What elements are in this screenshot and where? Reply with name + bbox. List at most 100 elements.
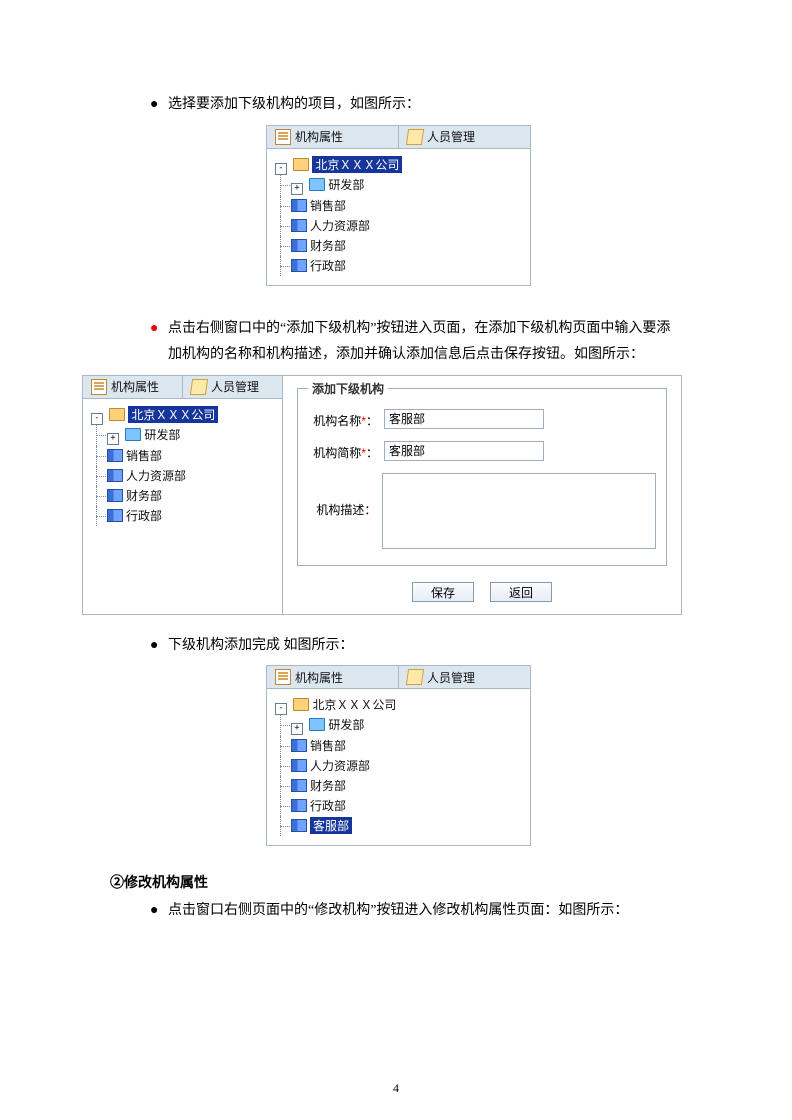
tab-label: 人员管理 [211,378,259,395]
page: ● 选择要添加下级机构的项目，如图所示： 机构属性 人员管理 - 北京ＸＸＸ公司 [0,0,792,1120]
leaf-icon [190,379,208,395]
tree-node[interactable]: 人力资源部 [107,467,186,484]
panel-toolbar: 机构属性 人员管理 [267,666,530,689]
folder-icon [293,698,309,711]
collapse-toggle[interactable]: - [91,413,103,425]
book-icon [107,509,123,522]
tab-org-props[interactable]: 机构属性 [83,376,183,398]
page-icon [275,669,291,685]
book-icon [107,449,123,462]
page-number: 4 [0,1081,792,1096]
bullet-marker: ● [150,898,168,925]
collapse-toggle[interactable]: - [275,703,287,715]
folder-icon [309,178,325,191]
panel-toolbar: 机构属性 人员管理 [83,376,282,399]
tree-node-root[interactable]: 北京ＸＸＸ公司 [293,156,402,173]
bullet-text: 下级机构添加完成 如图所示： [168,633,682,660]
book-icon [291,739,307,752]
tab-label: 人员管理 [427,128,475,145]
tree-label: 销售部 [126,447,162,464]
tree-node[interactable]: 销售部 [291,737,346,754]
folder-icon [293,158,309,171]
field-label: 机构名称*： [308,409,384,429]
field-label: 机构描述： [308,473,382,518]
panel-toolbar: 机构属性 人员管理 [267,126,530,149]
book-icon [291,779,307,792]
tree-label: 销售部 [310,737,346,754]
tree-node[interactable]: 行政部 [291,257,346,274]
tree-node-root[interactable]: 北京ＸＸＸ公司 [109,406,218,423]
tree-node[interactable]: 财务部 [107,487,162,504]
expand-toggle[interactable]: + [291,723,303,735]
bullet-marker-red: ● [150,316,168,369]
collapse-toggle[interactable]: - [275,163,287,175]
screenshot-org-select: 机构属性 人员管理 - 北京ＸＸＸ公司 + [266,125,531,286]
form-row: 机构描述： [308,467,656,555]
org-tree: - 北京ＸＸＸ公司 + 研发部 销售部 [267,149,530,285]
org-tree: - 北京ＸＸＸ公司 + 研发部 [83,399,282,535]
tree-label: 行政部 [126,507,162,524]
bullet-text: 点击窗口右侧页面中的“修改机构”按钮进入修改机构属性页面：如图所示： [168,898,682,925]
bullet-text: 点击右侧窗口中的“添加下级机构”按钮进入页面，在添加下级机构页面中输入要添加机构… [168,316,682,369]
tab-staff-manage[interactable]: 人员管理 [399,126,530,148]
tree-node[interactable]: 人力资源部 [291,217,370,234]
tree-node[interactable]: 财务部 [291,777,346,794]
tab-label: 机构属性 [295,669,343,686]
tree-label: 销售部 [310,197,346,214]
form-row: 机构简称*： [308,435,656,467]
add-suborg-form: 添加下级机构 机构名称*： 机构简称*： 机构描述： 保存 返回 [282,375,682,615]
screenshot-org-added: 机构属性 人员管理 - 北京ＸＸＸ公司 + [266,665,531,846]
bullet-text: 选择要添加下级机构的项目，如图所示： [168,92,682,119]
tree-node[interactable]: 行政部 [291,797,346,814]
tree-node[interactable]: 研发部 [125,426,180,443]
form-title: 添加下级机构 [308,380,388,397]
org-abbr-input[interactable] [384,441,544,461]
tree-label: 北京ＸＸＸ公司 [312,156,402,173]
tab-label: 机构属性 [295,128,343,145]
tree-node[interactable]: 研发部 [309,176,364,193]
tab-staff-manage[interactable]: 人员管理 [399,666,530,688]
save-button[interactable]: 保存 [412,582,474,602]
back-button[interactable]: 返回 [490,582,552,602]
tree-label: 客服部 [310,817,352,834]
tree-label: 研发部 [328,716,364,733]
tab-org-props[interactable]: 机构属性 [267,126,399,148]
tree-node[interactable]: 销售部 [291,197,346,214]
org-desc-textarea[interactable] [382,473,656,549]
tree-node[interactable]: 财务部 [291,237,346,254]
field-label: 机构简称*： [308,441,384,461]
page-icon [275,129,291,145]
section-heading: ②修改机构属性 [110,872,682,892]
folder-icon [125,428,141,441]
tree-node-root[interactable]: 北京ＸＸＸ公司 [293,696,396,713]
bullet-marker: ● [150,633,168,660]
bullet-item: ● 选择要添加下级机构的项目，如图所示： [150,92,682,119]
tab-org-props[interactable]: 机构属性 [267,666,399,688]
folder-icon [309,718,325,731]
expand-toggle[interactable]: + [291,183,303,195]
tree-node[interactable]: 研发部 [309,716,364,733]
tab-staff-manage[interactable]: 人员管理 [183,376,282,398]
tab-label: 人员管理 [427,669,475,686]
book-icon [291,819,307,832]
book-icon [107,469,123,482]
expand-toggle[interactable]: + [107,433,119,445]
bullet-marker: ● [150,92,168,119]
tab-label: 机构属性 [111,378,159,395]
tree-label: 研发部 [328,176,364,193]
tree-node[interactable]: 人力资源部 [291,757,370,774]
folder-icon [109,408,125,421]
tree-node[interactable]: 销售部 [107,447,162,464]
org-name-input[interactable] [384,409,544,429]
page-icon [91,379,107,395]
bullet-item: ● 点击窗口右侧页面中的“修改机构”按钮进入修改机构属性页面：如图所示： [150,898,682,925]
button-bar: 保存 返回 [283,574,681,614]
tree-node[interactable]: 行政部 [107,507,162,524]
tree-node-new[interactable]: 客服部 [291,817,352,834]
tree-label: 行政部 [310,257,346,274]
tree-label: 北京ＸＸＸ公司 [128,406,218,423]
tree-label: 财务部 [126,487,162,504]
bullet-item: ● 下级机构添加完成 如图所示： [150,633,682,660]
form-fieldset: 添加下级机构 机构名称*： 机构简称*： 机构描述： [297,388,667,566]
tree-label: 北京ＸＸＸ公司 [312,696,396,713]
